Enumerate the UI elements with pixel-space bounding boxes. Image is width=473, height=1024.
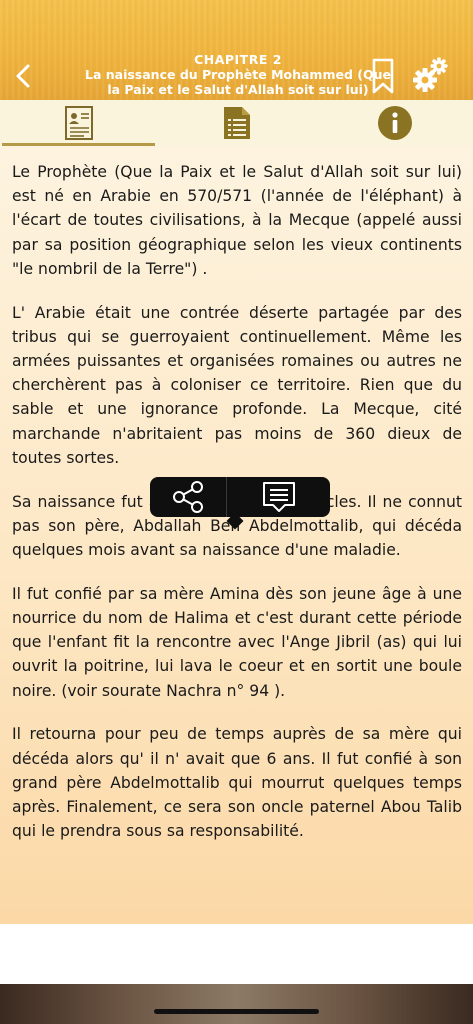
back-button[interactable] xyxy=(12,60,36,92)
tab-info[interactable] xyxy=(316,100,473,146)
paragraph: Le Prophète (Que la Paix et le Salut d'A… xyxy=(12,163,462,278)
share-icon xyxy=(173,481,203,513)
header-title-block: CHAPITRE 2 La naissance du Prophète Moha… xyxy=(48,52,428,97)
chevron-left-icon xyxy=(16,64,30,88)
bookmark-icon xyxy=(372,58,394,94)
share-button[interactable] xyxy=(150,477,226,517)
info-icon xyxy=(377,106,412,140)
chapter-title-line2: la Paix et le Salut d'Allah soit sur lui… xyxy=(107,82,369,97)
paragraph: Il retourna pour peu de temps auprès de … xyxy=(12,725,462,841)
selection-popup xyxy=(150,477,330,517)
profile-card-icon xyxy=(64,106,93,140)
paragraph: L' Arabie était une contrée déserte part… xyxy=(12,303,462,467)
chapter-content: Le Prophète (Que la Paix et le Salut d'A… xyxy=(0,146,473,924)
tab-document[interactable] xyxy=(158,100,315,146)
note-button[interactable] xyxy=(226,477,330,517)
home-indicator[interactable] xyxy=(154,1009,319,1014)
chapter-title-line1: La naissance du Prophète Mohammed (Que xyxy=(85,67,391,82)
tab-bar xyxy=(0,100,473,146)
gear-icon xyxy=(413,57,448,92)
header-bar: CHAPITRE 2 La naissance du Prophète Moha… xyxy=(0,0,473,100)
bottom-banner xyxy=(0,984,473,1024)
document-list-icon xyxy=(223,107,250,139)
bookmark-button[interactable] xyxy=(372,58,394,94)
note-icon xyxy=(262,482,295,512)
paragraph: Il fut confié par sa mère Amina dès son … xyxy=(12,584,462,700)
tab-profile[interactable] xyxy=(0,100,157,146)
chapter-label: CHAPITRE 2 xyxy=(194,52,282,67)
settings-button[interactable] xyxy=(410,55,450,95)
